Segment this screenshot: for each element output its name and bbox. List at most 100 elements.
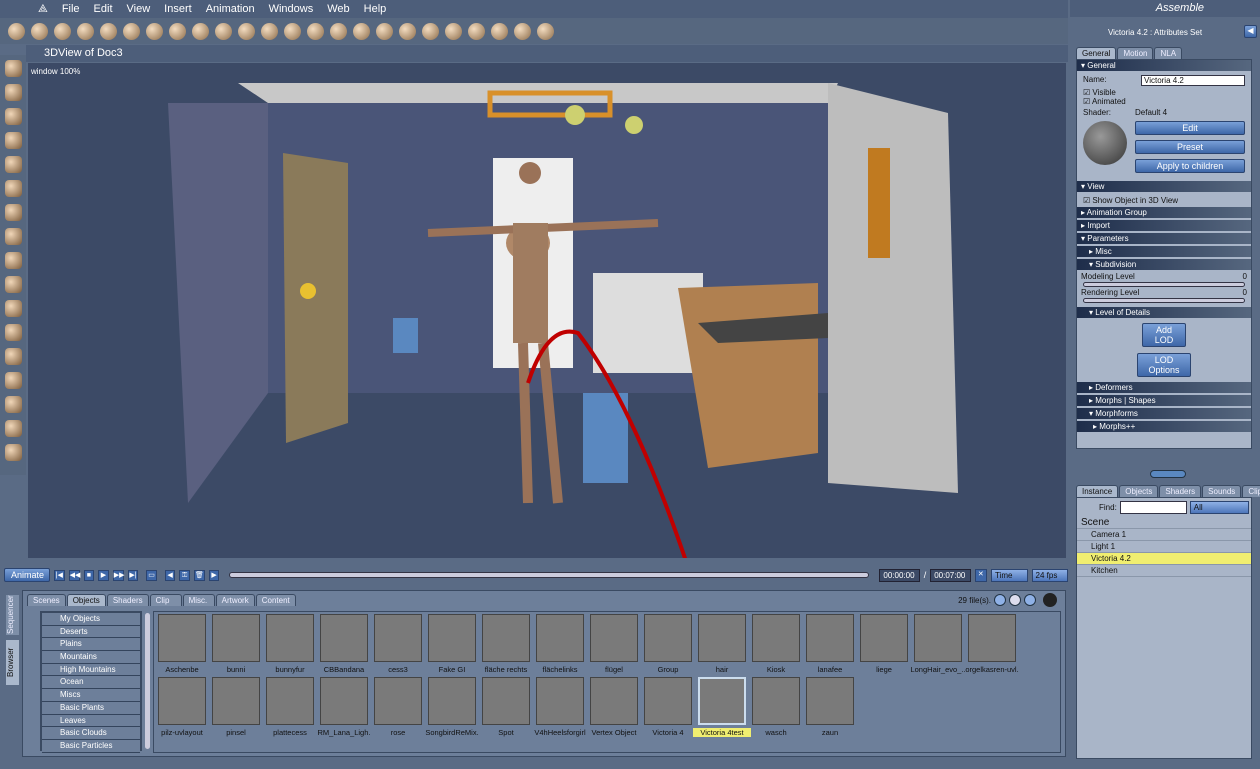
- tool-icon[interactable]: [4, 300, 22, 317]
- current-time-field[interactable]: 00:00:00: [879, 568, 920, 582]
- prev-key-button[interactable]: ◀: [164, 569, 176, 581]
- object-thumbnail[interactable]: [428, 677, 476, 725]
- category-item[interactable]: Ocean: [42, 676, 140, 690]
- object-thumbnail[interactable]: [266, 677, 314, 725]
- tab-general[interactable]: General: [1076, 47, 1117, 59]
- tool-icon[interactable]: [4, 444, 22, 461]
- show-object-checkbox[interactable]: ☑ Show Object in 3D View: [1077, 194, 1251, 207]
- section-morphs-plus[interactable]: ▸ Morphs++: [1077, 421, 1251, 432]
- preset-button[interactable]: Preset: [1135, 140, 1245, 154]
- object-thumbnail[interactable]: [644, 677, 692, 725]
- tool-icon[interactable]: [4, 372, 22, 389]
- tool-icon[interactable]: [4, 132, 22, 149]
- visible-checkbox[interactable]: ☑ Visible: [1077, 88, 1251, 97]
- object-thumbnail[interactable]: [806, 677, 854, 725]
- menu-web[interactable]: Web: [327, 3, 349, 15]
- name-field[interactable]: Victoria 4.2: [1141, 75, 1245, 86]
- category-item[interactable]: My Objects: [42, 613, 140, 626]
- tab-scenes[interactable]: Scenes: [27, 594, 66, 606]
- tool-icon[interactable]: [4, 396, 22, 413]
- category-scrollbar[interactable]: [145, 613, 150, 749]
- toolbar-tool-icon[interactable]: [445, 22, 462, 40]
- tab-browser[interactable]: Browser: [6, 640, 19, 685]
- tool-icon[interactable]: [4, 348, 22, 365]
- tool-icon[interactable]: [4, 252, 22, 269]
- section-morphforms[interactable]: ▾ Morphforms: [1077, 408, 1251, 419]
- category-item[interactable]: Plains: [42, 638, 140, 652]
- toolbar-tool-icon[interactable]: [284, 22, 301, 40]
- toolbar-tool-icon[interactable]: [169, 22, 186, 40]
- shader-value[interactable]: Default 4: [1135, 108, 1167, 117]
- object-thumbnail[interactable]: [536, 614, 584, 662]
- app-logo-icon[interactable]: ⟁: [38, 3, 48, 16]
- tab-nla[interactable]: NLA: [1154, 47, 1183, 59]
- tool-icon[interactable]: [4, 204, 22, 221]
- scene-root[interactable]: Scene: [1077, 517, 1251, 529]
- tab-shaders[interactable]: Shaders: [106, 594, 149, 606]
- object-thumbnail[interactable]: [698, 614, 746, 662]
- tab-objects[interactable]: Objects: [1119, 485, 1159, 497]
- object-thumbnail[interactable]: [968, 614, 1016, 662]
- time-mode-select[interactable]: Time: [991, 568, 1028, 582]
- tool-icon[interactable]: [4, 84, 22, 101]
- instance-item[interactable]: Camera 1: [1077, 529, 1251, 541]
- tool-icon[interactable]: [4, 324, 22, 341]
- fast-forward-button[interactable]: ▶▶: [112, 569, 124, 581]
- object-thumbnail[interactable]: [266, 614, 314, 662]
- close-icon[interactable]: ✕: [974, 568, 988, 582]
- toolbar-tool-icon[interactable]: [261, 22, 278, 40]
- object-thumbnail[interactable]: [590, 614, 638, 662]
- menu-windows[interactable]: Windows: [269, 3, 314, 15]
- category-item[interactable]: Basic Plants: [42, 701, 140, 715]
- object-thumbnail[interactable]: [212, 677, 260, 725]
- menu-animation[interactable]: Animation: [206, 3, 255, 15]
- key-button[interactable]: ⚿: [179, 569, 190, 581]
- tab-misc[interactable]: Misc.: [182, 594, 215, 606]
- section-subdivision[interactable]: ▾ Subdivision: [1077, 259, 1251, 270]
- object-thumbnail[interactable]: [428, 614, 476, 662]
- tool-icon[interactable]: [4, 180, 22, 197]
- toolbar-tool-icon[interactable]: [123, 22, 140, 40]
- object-thumbnail[interactable]: [158, 614, 206, 662]
- object-thumbnail[interactable]: [860, 614, 908, 662]
- shader-preview[interactable]: [1083, 121, 1127, 165]
- toolbar-tool-icon[interactable]: [192, 22, 209, 40]
- toolbar-tool-icon[interactable]: [100, 22, 117, 40]
- category-item[interactable]: Basic Clouds: [42, 727, 140, 740]
- delete-key-button[interactable]: 🗑: [193, 569, 205, 581]
- end-time-field[interactable]: 00:07:00: [930, 568, 971, 582]
- object-thumbnail[interactable]: [752, 677, 800, 725]
- object-thumbnail[interactable]: [482, 614, 530, 662]
- time-scrubber[interactable]: [229, 572, 870, 578]
- lod-options-button[interactable]: LOD Options: [1137, 353, 1191, 377]
- toolbar-tool-icon[interactable]: [514, 22, 531, 40]
- object-thumbnail[interactable]: [698, 677, 746, 725]
- category-item[interactable]: Miscs: [42, 689, 140, 702]
- splitter-handle[interactable]: [1150, 470, 1186, 478]
- view-small-icon[interactable]: [1024, 594, 1036, 606]
- tab-content[interactable]: Content: [255, 594, 296, 606]
- toolbar-tool-icon[interactable]: [146, 22, 163, 40]
- section-parameters[interactable]: ▾ Parameters: [1077, 233, 1251, 244]
- tab-sounds[interactable]: Sounds: [1202, 485, 1242, 497]
- rewind-button[interactable]: ◀◀: [68, 569, 80, 581]
- tab-instance[interactable]: Instance: [1076, 485, 1119, 497]
- tab-objects[interactable]: Objects: [66, 594, 106, 606]
- tool-icon[interactable]: [4, 228, 22, 245]
- toolbar-tool-icon[interactable]: [8, 22, 25, 40]
- object-thumbnail[interactable]: [806, 614, 854, 662]
- category-item[interactable]: Leaves: [42, 714, 140, 728]
- animate-button[interactable]: Animate: [4, 568, 50, 582]
- instance-item[interactable]: Kitchen: [1077, 565, 1251, 577]
- tool-icon[interactable]: [4, 276, 22, 293]
- category-item[interactable]: Deserts: [42, 625, 140, 639]
- section-misc[interactable]: ▸ Misc: [1077, 246, 1251, 257]
- category-item[interactable]: High Mountains: [42, 663, 140, 677]
- toolbar-tool-icon[interactable]: [54, 22, 71, 40]
- toolbar-tool-icon[interactable]: [491, 22, 508, 40]
- object-thumbnail[interactable]: [482, 677, 530, 725]
- filter-select[interactable]: All: [1189, 501, 1249, 514]
- instance-item[interactable]: Victoria 4.2: [1077, 553, 1251, 565]
- category-item[interactable]: Mountains: [42, 651, 140, 664]
- section-morphs-shapes[interactable]: ▸ Morphs | Shapes: [1077, 395, 1251, 406]
